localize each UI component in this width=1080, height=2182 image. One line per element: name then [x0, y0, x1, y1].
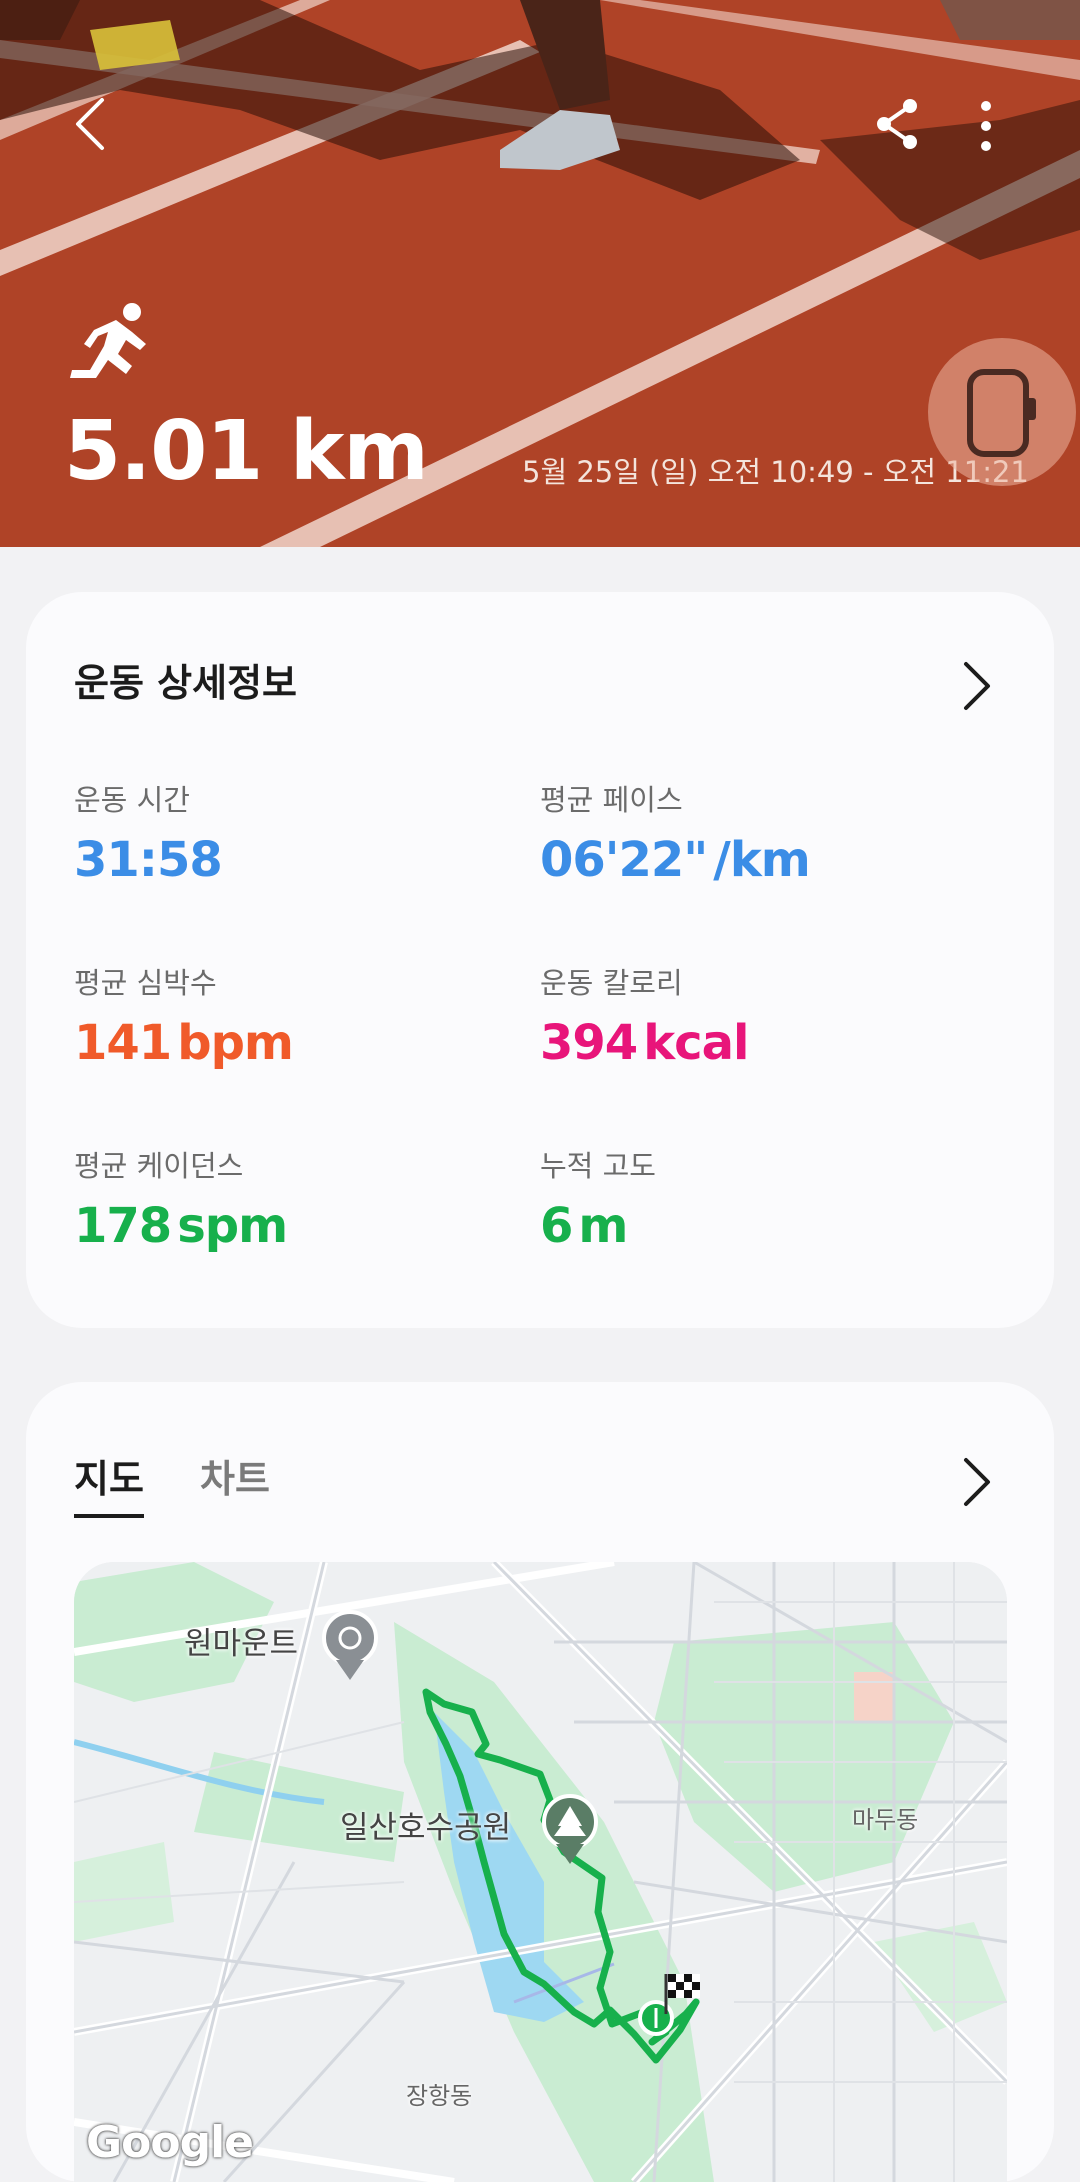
watch-icon: [967, 369, 1036, 457]
stat-duration: 운동 시간 31:58: [74, 780, 223, 890]
share-icon[interactable]: [872, 96, 924, 152]
back-arrow-icon[interactable]: [62, 92, 126, 156]
stat-value: 31:58: [74, 832, 223, 888]
stat-value: 06'22"/km: [540, 832, 811, 888]
stat-avg-pace: 평균 페이스 06'22"/km: [540, 780, 811, 890]
map-label-one-mount: 원마운트: [184, 1626, 299, 1662]
workout-distance: 5.01 km: [64, 404, 429, 499]
more-vertical-icon[interactable]: [962, 98, 1010, 154]
chevron-right-icon[interactable]: [956, 1454, 996, 1510]
stat-avg-cadence: 평균 케이던스 178 spm: [74, 1146, 288, 1256]
stat-label: 평균 페이스: [540, 783, 683, 817]
device-button[interactable]: [928, 338, 1076, 486]
stat-value: 394 kcal: [540, 1015, 749, 1071]
workout-details-card[interactable]: 운동 상세정보 운동 시간 31:58 평균 페이스 06'22"/km 평균 …: [26, 592, 1054, 1328]
map-label-janghang: 장항동: [406, 2082, 473, 2110]
chevron-right-icon[interactable]: [956, 658, 996, 714]
stat-label: 운동 시간: [74, 783, 190, 817]
hero-banner: 5.01 km 5월 25일 (일) 오전 10:49 - 오전 11:21: [0, 0, 1080, 547]
stat-label: 평균 심박수: [74, 966, 217, 1000]
stat-avg-heart-rate: 평균 심박수 141 bpm: [74, 963, 294, 1073]
map-chart-card: 지도 차트 원마운트 일산호수공원 마두동 장항동 Google: [26, 1382, 1054, 2182]
map-label-lake-park: 일산호수공원: [340, 1810, 512, 1846]
stat-value: 6m: [540, 1198, 628, 1254]
tab-chart[interactable]: 차트: [200, 1454, 270, 1504]
stat-value: 141 bpm: [74, 1015, 294, 1071]
stat-value: 178 spm: [74, 1198, 288, 1254]
details-title: 운동 상세정보: [74, 661, 297, 705]
stat-label: 운동 칼로리: [540, 966, 683, 1000]
google-logo: Google: [86, 2117, 254, 2168]
map-label-madu: 마두동: [852, 1806, 919, 1834]
stat-label: 누적 고도: [540, 1149, 656, 1183]
tab-map[interactable]: 지도: [74, 1454, 144, 1518]
route-map[interactable]: 원마운트 일산호수공원 마두동 장항동 Google: [74, 1562, 1007, 2182]
stat-elevation-gain: 누적 고도 6m: [540, 1146, 656, 1256]
stat-label: 평균 케이던스: [74, 1149, 244, 1183]
running-icon: [70, 303, 146, 378]
stat-calories: 운동 칼로리 394 kcal: [540, 963, 749, 1073]
